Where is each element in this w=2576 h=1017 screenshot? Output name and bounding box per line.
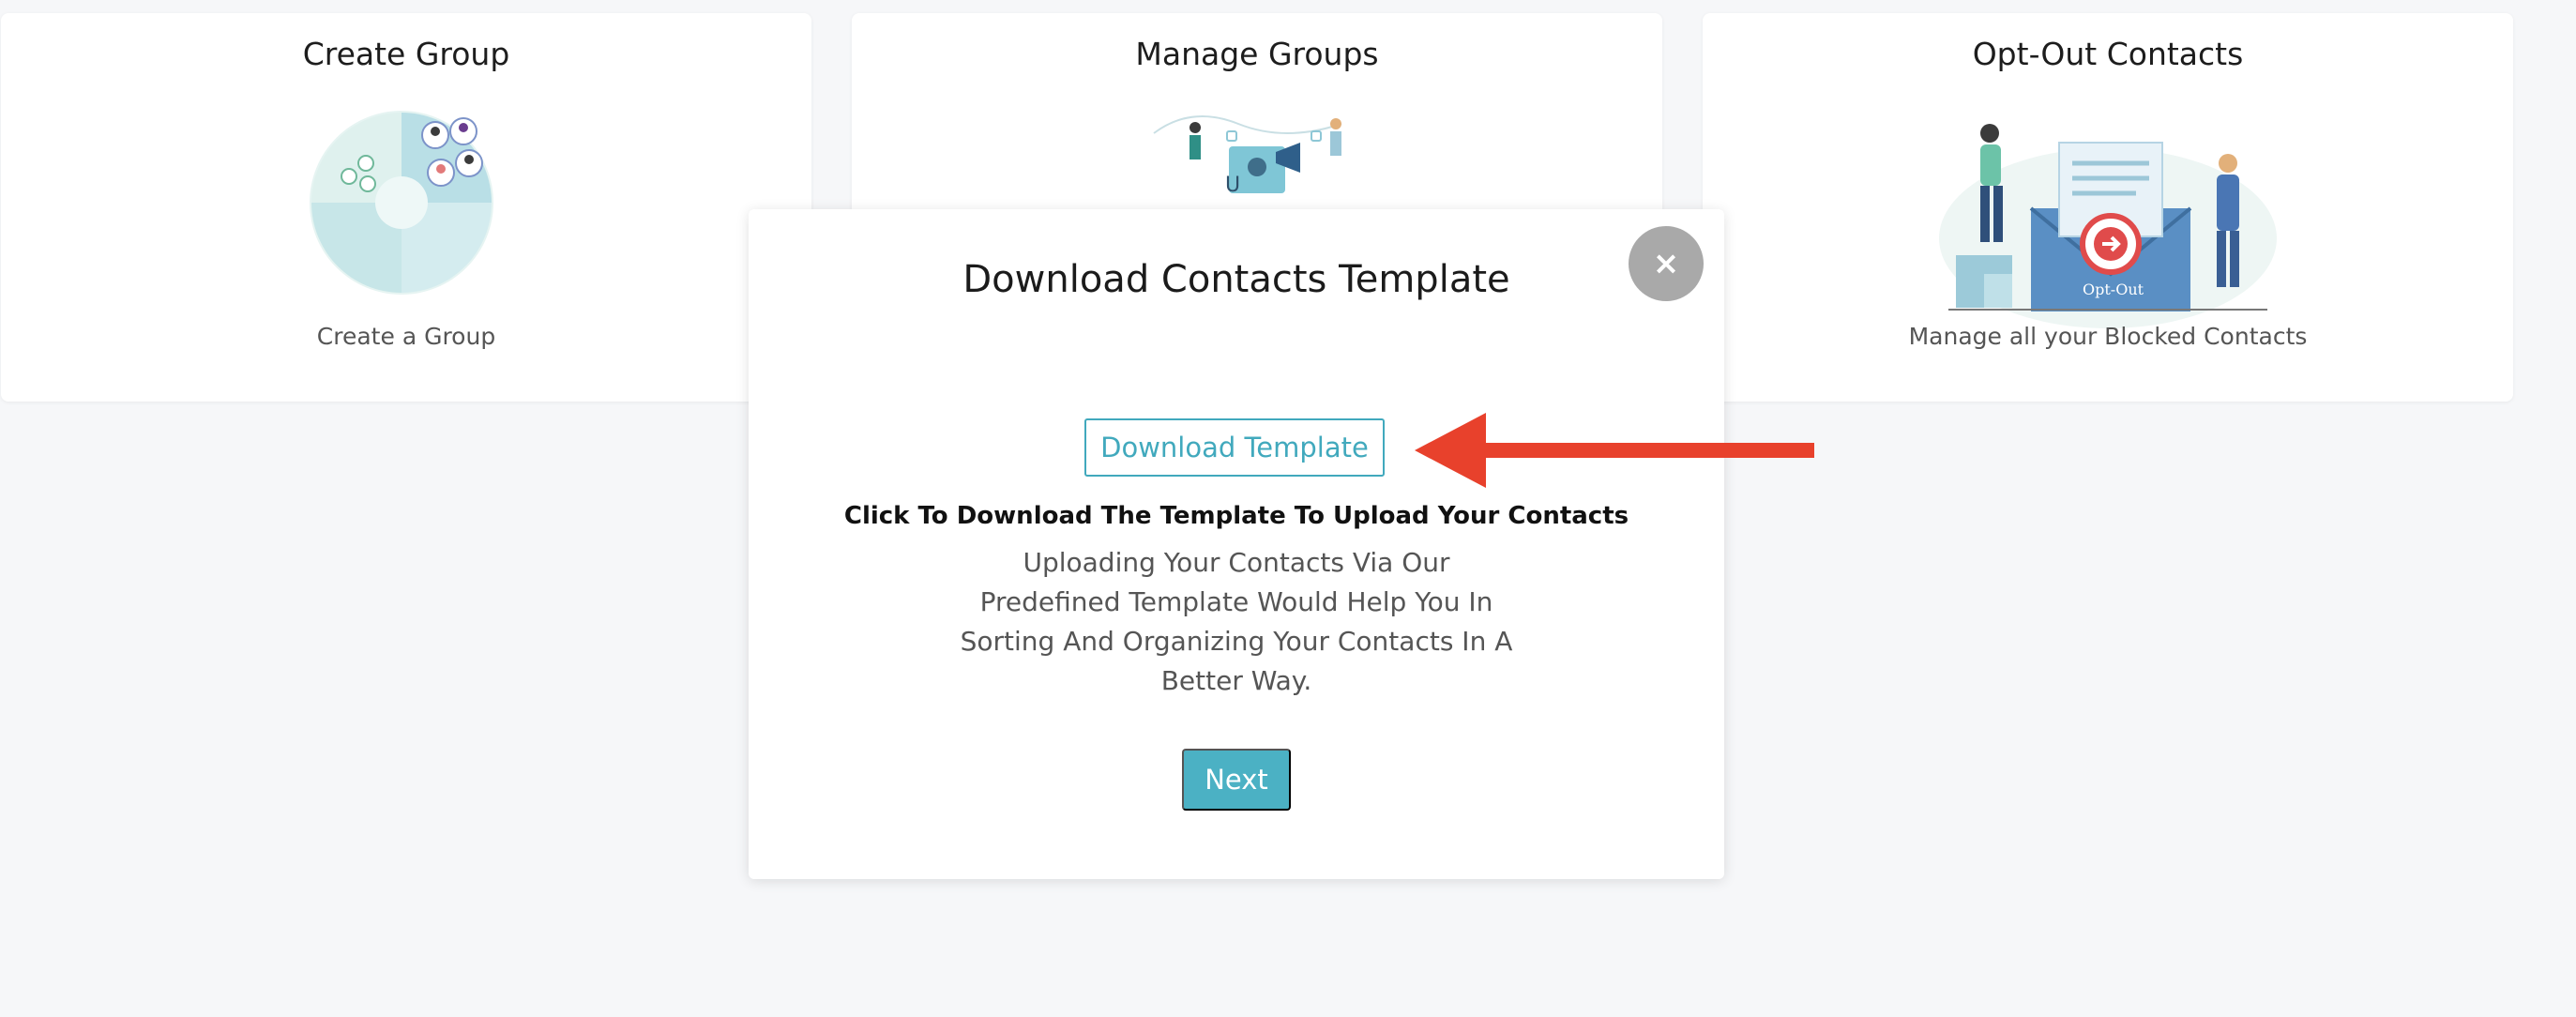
close-button[interactable]: × <box>1629 226 1704 301</box>
opt-out-illustration-icon: Opt-Out <box>1939 124 2277 328</box>
download-template-button[interactable]: Download Template <box>1084 418 1385 477</box>
svg-text:U: U <box>1225 174 1240 197</box>
card-title: Create Group <box>302 36 510 72</box>
instruction-text: Click To Download The Template To Upload… <box>843 502 1629 530</box>
card-create-group[interactable]: Create Group Create a Group <box>1 13 811 402</box>
card-subtitle: Manage all your Blocked Contacts <box>1908 323 2308 350</box>
card-subtitle: Create a Group <box>316 323 496 350</box>
page: Create Group Create a Group Manage Group… <box>0 0 2576 1017</box>
description-text: Uploading Your Contacts Via Our Predefin… <box>960 547 1513 696</box>
card-title: Manage Groups <box>1135 36 1379 72</box>
card-opt-out-contacts[interactable]: Opt-Out Contacts Opt-Out Manage all your… <box>1703 13 2513 402</box>
manage-groups-illustration-icon: U <box>1153 115 1342 197</box>
group-pie-illustration-icon <box>310 111 493 295</box>
annotation-arrow-icon <box>1415 413 1814 488</box>
opt-out-badge-text: Opt-Out <box>2083 281 2144 298</box>
card-title: Opt-Out Contacts <box>1972 36 2244 72</box>
modal-title: Download Contacts Template <box>962 258 1510 301</box>
next-button[interactable]: Next <box>1182 749 1291 811</box>
download-template-modal: Download Contacts Template × Download Te… <box>749 209 1724 879</box>
